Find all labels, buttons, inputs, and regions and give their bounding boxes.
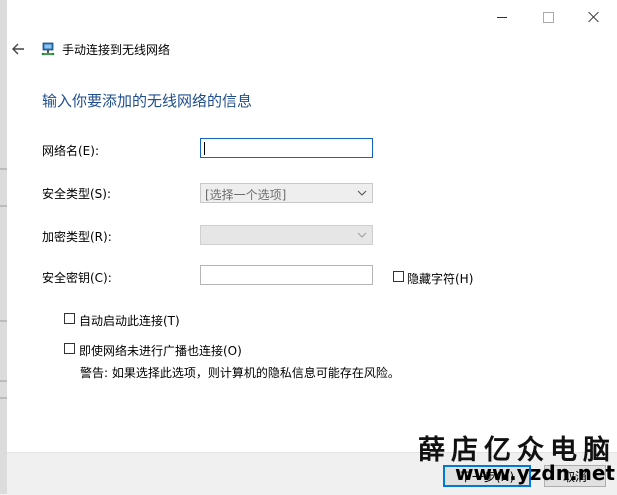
- connect-hidden-label[interactable]: 即使网络未进行广播也连接(O): [79, 342, 242, 359]
- window-title: 手动连接到无线网络: [62, 43, 171, 57]
- security-key-label: 安全密钥(C):: [42, 271, 112, 285]
- chevron-down-icon: [357, 190, 367, 196]
- minimize-icon: [497, 16, 507, 18]
- hide-characters-label[interactable]: 隐藏字符(H): [407, 270, 473, 287]
- security-type-value: [选择一个选项]: [205, 188, 287, 202]
- close-icon: [588, 11, 600, 23]
- encryption-type-select[interactable]: [200, 225, 373, 245]
- auto-start-checkbox[interactable]: [64, 313, 75, 324]
- page-heading: 输入你要添加的无线网络的信息: [42, 92, 253, 110]
- network-name-label: 网络名(E):: [42, 144, 99, 158]
- chevron-down-icon: [357, 232, 367, 238]
- auto-start-label[interactable]: 自动启动此连接(T): [79, 312, 180, 329]
- connect-hidden-checkbox[interactable]: [64, 343, 75, 354]
- wireless-network-icon: [41, 42, 55, 56]
- watermark-url: www.yzdn.net: [455, 461, 615, 485]
- minimize-button[interactable]: [479, 0, 525, 34]
- security-type-label: 安全类型(S):: [42, 187, 112, 201]
- privacy-warning: 警告: 如果选择此选项，则计算机的隐私信息可能存在风险。: [80, 366, 400, 380]
- text-caret: [204, 142, 205, 155]
- network-name-input[interactable]: [200, 138, 373, 158]
- maximize-icon: [542, 11, 554, 23]
- background-window-edge: [0, 0, 7, 494]
- security-type-select[interactable]: [选择一个选项]: [200, 183, 373, 203]
- hide-characters-checkbox[interactable]: [393, 271, 404, 282]
- security-key-input[interactable]: [200, 265, 373, 285]
- dialog-window: 手动连接到无线网络 输入你要添加的无线网络的信息 网络名(E): 安全类型(S)…: [7, 0, 617, 495]
- maximize-button[interactable]: [525, 0, 571, 34]
- title-bar: [7, 0, 617, 34]
- back-arrow-icon[interactable]: [11, 42, 25, 56]
- close-button[interactable]: [571, 0, 617, 34]
- encryption-type-label: 加密类型(R):: [42, 230, 112, 244]
